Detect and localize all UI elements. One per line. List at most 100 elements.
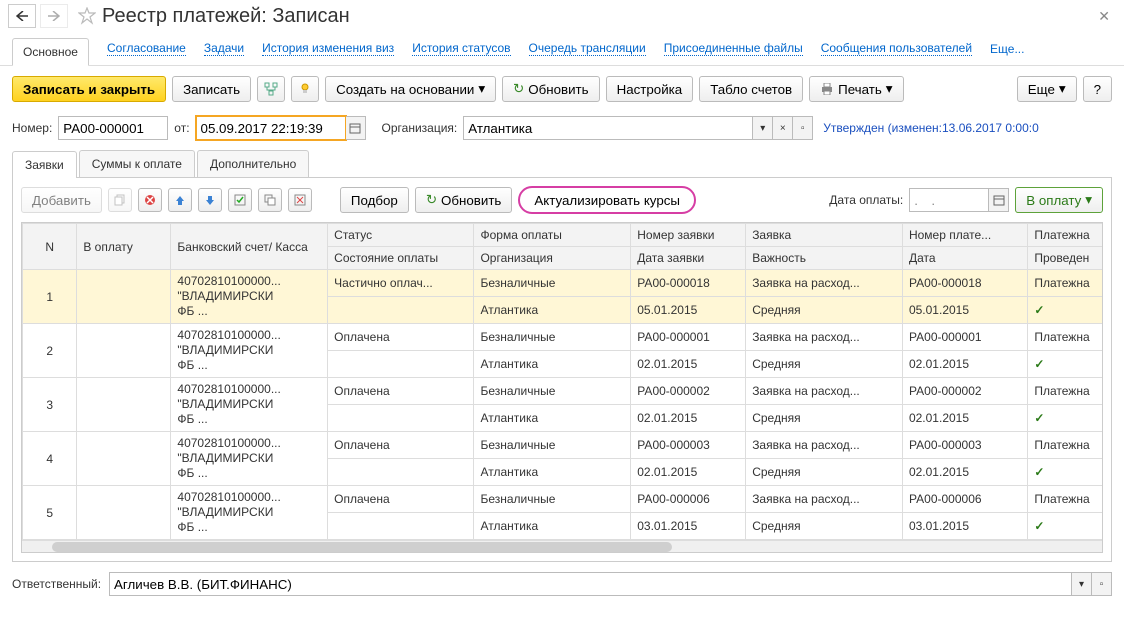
link-agreement[interactable]: Согласование xyxy=(107,41,186,56)
chevron-down-icon: ▾ xyxy=(886,81,893,97)
link-more[interactable]: Еще... xyxy=(990,42,1024,56)
save-button[interactable]: Записать xyxy=(172,76,251,102)
forward-button[interactable] xyxy=(40,4,68,28)
calendar-icon xyxy=(993,194,1005,206)
cell-status: Оплачена xyxy=(328,432,474,459)
open-button[interactable]: ▫ xyxy=(1092,572,1112,596)
cell-paydate: 03.01.2015 xyxy=(902,513,1027,540)
number-input[interactable] xyxy=(58,116,168,140)
cell-topay xyxy=(77,486,171,540)
col-paystate[interactable]: Состояние оплаты xyxy=(328,247,474,270)
cell-paystate xyxy=(328,297,474,324)
close-button[interactable]: ✕ xyxy=(1092,8,1116,25)
cell-paystate xyxy=(328,405,474,432)
chevron-down-icon: ▾ xyxy=(478,81,485,97)
cell-n: 2 xyxy=(23,324,77,378)
cell-paynum: РА00-000006 xyxy=(902,486,1027,513)
arrow-left-icon xyxy=(16,11,28,21)
copy-button[interactable] xyxy=(108,188,132,212)
dropdown-button[interactable]: ▾ xyxy=(1072,572,1092,596)
calendar-button[interactable] xyxy=(346,116,366,140)
cell-bank: 40702810100000..."ВЛАДИМИРСКИФБ ... xyxy=(171,432,328,486)
add-button[interactable]: Добавить xyxy=(21,187,102,213)
table-row[interactable]: 3 40702810100000..."ВЛАДИМИРСКИФБ ... Оп… xyxy=(23,378,1104,405)
col-paydate[interactable]: Дата xyxy=(902,247,1027,270)
clear-button[interactable]: × xyxy=(773,116,793,140)
back-button[interactable] xyxy=(8,4,36,28)
link-messages[interactable]: Сообщения пользователей xyxy=(821,41,972,56)
cell-importance: Средняя xyxy=(746,297,903,324)
link-files[interactable]: Присоединенные файлы xyxy=(664,41,803,56)
tab-requests[interactable]: Заявки xyxy=(12,151,77,178)
table-row[interactable]: 4 40702810100000..."ВЛАДИМИРСКИФБ ... Оп… xyxy=(23,432,1104,459)
col-reqdate[interactable]: Дата заявки xyxy=(631,247,746,270)
col-request[interactable]: Заявка xyxy=(746,224,903,247)
print-button[interactable]: Печать ▾ xyxy=(809,76,903,102)
group-button[interactable] xyxy=(258,188,282,212)
cell-reqdate: 02.01.2015 xyxy=(631,351,746,378)
table-row[interactable]: 1 40702810100000..."ВЛАДИМИРСКИФБ ... Ча… xyxy=(23,270,1104,297)
tab-extra[interactable]: Дополнительно xyxy=(197,150,309,177)
link-status-history[interactable]: История статусов xyxy=(412,41,510,56)
move-down-button[interactable] xyxy=(198,188,222,212)
create-based-button[interactable]: Создать на основании ▾ xyxy=(325,76,496,102)
col-form[interactable]: Форма оплаты xyxy=(474,224,631,247)
horizontal-scrollbar[interactable] xyxy=(22,540,1102,552)
uncheck-all-button[interactable] xyxy=(288,188,312,212)
calendar-button[interactable] xyxy=(989,188,1009,212)
responsible-input[interactable] xyxy=(109,572,1072,596)
cell-importance: Средняя xyxy=(746,405,903,432)
accounts-button[interactable]: Табло счетов xyxy=(699,76,803,102)
hint-button[interactable] xyxy=(291,76,319,102)
dropdown-button[interactable]: ▾ xyxy=(753,116,773,140)
cell-done: ✓ xyxy=(1028,513,1103,540)
setup-button[interactable]: Настройка xyxy=(606,76,694,102)
cell-n: 1 xyxy=(23,270,77,324)
refresh-button[interactable]: ↻ Обновить xyxy=(502,76,600,102)
date-input[interactable] xyxy=(196,116,346,140)
cell-org: Атлантика xyxy=(474,351,631,378)
col-status[interactable]: Статус xyxy=(328,224,474,247)
cell-org: Атлантика xyxy=(474,513,631,540)
cell-paydate: 02.01.2015 xyxy=(902,351,1027,378)
col-paynum[interactable]: Номер плате... xyxy=(902,224,1027,247)
col-org[interactable]: Организация xyxy=(474,247,631,270)
org-input[interactable] xyxy=(463,116,753,140)
check-all-button[interactable] xyxy=(228,188,252,212)
help-button[interactable]: ? xyxy=(1083,76,1112,102)
cell-importance: Средняя xyxy=(746,513,903,540)
favorite-star-icon[interactable] xyxy=(78,7,96,25)
printer-icon xyxy=(820,83,834,95)
open-button[interactable]: ▫ xyxy=(793,116,813,140)
structure-button[interactable] xyxy=(257,76,285,102)
delete-button[interactable] xyxy=(138,188,162,212)
cell-paystate xyxy=(328,459,474,486)
col-topay[interactable]: В оплату xyxy=(77,224,171,270)
col-done[interactable]: Проведен xyxy=(1028,247,1103,270)
link-visa-history[interactable]: История изменения виз xyxy=(262,41,394,56)
tab-sums[interactable]: Суммы к оплате xyxy=(79,150,195,177)
check-icon: ✓ xyxy=(1034,303,1044,317)
cell-plat: Платежна xyxy=(1028,378,1103,405)
link-queue[interactable]: Очередь трансляции xyxy=(529,41,646,56)
to-payment-button[interactable]: В оплату ▾ xyxy=(1015,187,1103,213)
col-importance[interactable]: Важность xyxy=(746,247,903,270)
col-n[interactable]: N xyxy=(23,224,77,270)
link-tasks[interactable]: Задачи xyxy=(204,41,244,56)
table-row[interactable]: 5 40702810100000..."ВЛАДИМИРСКИФБ ... Оп… xyxy=(23,486,1104,513)
more-button[interactable]: Еще ▾ xyxy=(1017,76,1077,102)
update-rates-button[interactable]: Актуализировать курсы xyxy=(518,186,696,214)
col-bank[interactable]: Банковский счет/ Касса xyxy=(171,224,328,270)
select-button[interactable]: Подбор xyxy=(340,187,409,213)
col-reqnum[interactable]: Номер заявки xyxy=(631,224,746,247)
move-up-button[interactable] xyxy=(168,188,192,212)
payment-date-input[interactable] xyxy=(909,188,989,212)
col-paydoc[interactable]: Платежна xyxy=(1028,224,1103,247)
cell-topay xyxy=(77,378,171,432)
tab-main[interactable]: Основное xyxy=(12,38,89,66)
table-row[interactable]: 2 40702810100000..."ВЛАДИМИРСКИФБ ... Оп… xyxy=(23,324,1104,351)
panel-refresh-button[interactable]: ↻ Обновить xyxy=(415,187,513,213)
scroll-thumb[interactable] xyxy=(52,542,672,552)
cell-status: Оплачена xyxy=(328,324,474,351)
save-close-button[interactable]: Записать и закрыть xyxy=(12,76,166,102)
